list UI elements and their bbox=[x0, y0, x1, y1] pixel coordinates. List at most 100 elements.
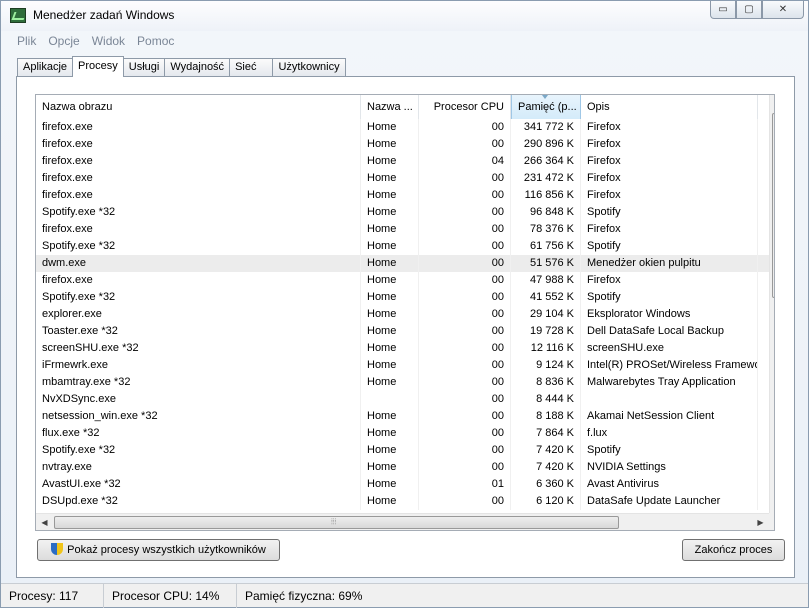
table-row[interactable]: Spotify.exe *32 Home 00 41 552 K Spotify bbox=[36, 289, 774, 306]
cell-user-name: Home bbox=[361, 493, 419, 510]
cell-memory: 8 836 K bbox=[511, 374, 581, 391]
menu-opcje[interactable]: Opcje bbox=[42, 31, 85, 51]
title-bar[interactable]: Menedżer zadań Windows ▭ ▢ ✕ bbox=[1, 1, 808, 31]
cell-image-name: Spotify.exe *32 bbox=[36, 204, 361, 221]
table-row[interactable]: firefox.exe Home 00 231 472 K Firefox bbox=[36, 170, 774, 187]
cell-memory: 116 856 K bbox=[511, 187, 581, 204]
cell-cpu: 00 bbox=[419, 408, 511, 425]
menu-pomoc[interactable]: Pomoc bbox=[131, 31, 180, 51]
scroll-down-icon[interactable]: ▼ bbox=[770, 496, 774, 513]
cell-image-name: Spotify.exe *32 bbox=[36, 442, 361, 459]
table-row[interactable]: flux.exe *32 Home 00 7 864 Kf.lux bbox=[36, 425, 774, 442]
table-row[interactable]: AvastUI.exe *32 Home 01 6 360 K Avast Antivi… bbox=[36, 476, 774, 493]
cell-description bbox=[581, 391, 758, 408]
table-row[interactable]: explorer.exe Home 00 29 104 K Eksplorator Wi… bbox=[36, 306, 774, 323]
scroll-left-icon[interactable]: ◀ bbox=[36, 514, 53, 530]
table-row[interactable]: firefox.exe Home 00 78 376 K Firefox bbox=[36, 221, 774, 238]
process-list[interactable]: Nazwa obrazu Nazwa ... Procesor CPU Pami… bbox=[35, 94, 775, 531]
cell-description: Spotify bbox=[581, 204, 758, 221]
status-memory: Pamięć fizyczna: 69% bbox=[245, 589, 363, 603]
cell-description: Firefox bbox=[581, 170, 758, 187]
scroll-right-icon[interactable]: ▶ bbox=[752, 514, 769, 530]
tab-siec[interactable]: Sieć bbox=[229, 58, 274, 77]
tab-wydajnosc[interactable]: Wydajność bbox=[164, 58, 231, 77]
table-row[interactable]: firefox.exe Home 04 266 364 K Firefox bbox=[36, 153, 774, 170]
cell-user-name: Home bbox=[361, 119, 419, 136]
column-memory[interactable]: Pamięć (p... bbox=[511, 95, 581, 119]
cell-memory: 8 444 K bbox=[511, 391, 581, 408]
table-row[interactable]: Spotify.exe *32 Home 00 7 420 K Spotify bbox=[36, 442, 774, 459]
cell-description: Intel(R) PROSet/Wireless Framework bbox=[581, 357, 758, 374]
cell-memory: 19 728 K bbox=[511, 323, 581, 340]
minimize-button[interactable]: ▭ bbox=[710, 1, 736, 19]
cell-memory: 290 896 K bbox=[511, 136, 581, 153]
end-process-button[interactable]: Zakończ proces bbox=[682, 539, 785, 561]
cell-user-name: Home bbox=[361, 170, 419, 187]
column-image-name[interactable]: Nazwa obrazu bbox=[36, 95, 361, 119]
table-row[interactable]: firefox.exe Home 00 341 772 K Firefox bbox=[36, 119, 774, 136]
table-row[interactable]: firefox.exe Home 00 47 988 K Firefox bbox=[36, 272, 774, 289]
horizontal-scrollbar[interactable]: ◀ ⦙⦙⦙ ▶ bbox=[36, 513, 769, 530]
cell-description: Firefox bbox=[581, 119, 758, 136]
maximize-button[interactable]: ▢ bbox=[736, 1, 762, 19]
table-row[interactable]: dwm.exe Home 00 51 576 K Menedżer okien pulp… bbox=[36, 255, 774, 272]
tab-aplikacje[interactable]: Aplikacje bbox=[17, 58, 74, 77]
table-row[interactable]: screenSHU.exe *32 Home 00 12 116 KscreenSHU… bbox=[36, 340, 774, 357]
scroll-up-icon[interactable]: ▲ bbox=[770, 95, 774, 112]
cell-memory: 266 364 K bbox=[511, 153, 581, 170]
cell-memory: 7 864 K bbox=[511, 425, 581, 442]
menu-widok[interactable]: Widok bbox=[86, 31, 131, 51]
vertical-scrollbar[interactable]: ▲ ≡ ▼ bbox=[769, 95, 774, 513]
cell-user-name: Home bbox=[361, 408, 419, 425]
cell-memory: 7 420 K bbox=[511, 442, 581, 459]
cell-image-name: dwm.exe bbox=[36, 255, 361, 272]
cell-description: Spotify bbox=[581, 289, 758, 306]
close-button[interactable]: ✕ bbox=[762, 1, 804, 19]
cell-cpu: 00 bbox=[419, 357, 511, 374]
table-row[interactable]: firefox.exe Home 00 116 856 K Firefox bbox=[36, 187, 774, 204]
cell-description: Malwarebytes Tray Application bbox=[581, 374, 758, 391]
cell-description: Spotify bbox=[581, 238, 758, 255]
cell-image-name: Toaster.exe *32 bbox=[36, 323, 361, 340]
list-header: Nazwa obrazu Nazwa ... Procesor CPU Pami… bbox=[36, 95, 774, 119]
cell-cpu: 01 bbox=[419, 476, 511, 493]
table-row[interactable]: Spotify.exe *32 Home 00 96 848 K Spotify bbox=[36, 204, 774, 221]
grip-icon: ⦙⦙⦙ bbox=[331, 517, 337, 526]
cell-cpu: 00 bbox=[419, 442, 511, 459]
uac-shield-icon bbox=[51, 543, 64, 557]
menu-plik[interactable]: Plik bbox=[11, 31, 42, 51]
task-manager-icon bbox=[10, 8, 26, 23]
tab-uzytkownicy[interactable]: Użytkownicy bbox=[272, 58, 346, 77]
table-row[interactable]: firefox.exe Home 00 290 896 K Firefox bbox=[36, 136, 774, 153]
tab-uslugi[interactable]: Usługi bbox=[122, 58, 166, 77]
cell-memory: 7 420 K bbox=[511, 459, 581, 476]
table-row[interactable]: Spotify.exe *32 Home 00 61 756 K Spotify bbox=[36, 238, 774, 255]
cell-image-name: firefox.exe bbox=[36, 187, 361, 204]
column-cpu[interactable]: Procesor CPU bbox=[419, 95, 511, 119]
table-row[interactable]: NvXDSync.exe 00 8 444 K bbox=[36, 391, 774, 408]
cell-image-name: flux.exe *32 bbox=[36, 425, 361, 442]
cell-image-name: explorer.exe bbox=[36, 306, 361, 323]
task-manager-window: Menedżer zadań Windows ▭ ▢ ✕ Plik Opcje … bbox=[0, 0, 809, 608]
show-all-users-button[interactable]: Pokaż procesy wszystkich użytkowników bbox=[37, 539, 280, 561]
sort-descending-icon bbox=[542, 95, 548, 99]
cell-description: Firefox bbox=[581, 272, 758, 289]
cell-cpu: 00 bbox=[419, 238, 511, 255]
column-user-name[interactable]: Nazwa ... bbox=[361, 95, 419, 119]
table-row[interactable]: DSUpd.exe *32 Home 00 6 120 K DataSafe Updat… bbox=[36, 493, 774, 510]
cell-image-name: firefox.exe bbox=[36, 221, 361, 238]
horizontal-scroll-thumb[interactable]: ⦙⦙⦙ bbox=[54, 516, 619, 529]
tab-procesy[interactable]: Procesy bbox=[72, 56, 124, 77]
column-description[interactable]: Opis bbox=[581, 95, 758, 119]
cell-image-name: Spotify.exe *32 bbox=[36, 238, 361, 255]
table-row[interactable]: netsession_win.exe *32 Home 00 8 188 K Akama… bbox=[36, 408, 774, 425]
table-row[interactable]: Toaster.exe *32 Home 00 19 728 K Dell DataSa… bbox=[36, 323, 774, 340]
vertical-scroll-thumb[interactable]: ≡ bbox=[772, 113, 774, 298]
cell-cpu: 00 bbox=[419, 136, 511, 153]
table-row[interactable]: iFrmewrk.exe Home 00 9 124 K Intel(R) PROSet… bbox=[36, 357, 774, 374]
cell-image-name: DSUpd.exe *32 bbox=[36, 493, 361, 510]
table-row[interactable]: mbamtray.exe *32 Home 00 8 836 K Malwarebyte… bbox=[36, 374, 774, 391]
cell-memory: 29 104 K bbox=[511, 306, 581, 323]
table-row[interactable]: nvtray.exe Home 00 7 420 K NVIDIA Settings bbox=[36, 459, 774, 476]
processes-panel: Nazwa obrazu Nazwa ... Procesor CPU Pami… bbox=[16, 76, 795, 578]
